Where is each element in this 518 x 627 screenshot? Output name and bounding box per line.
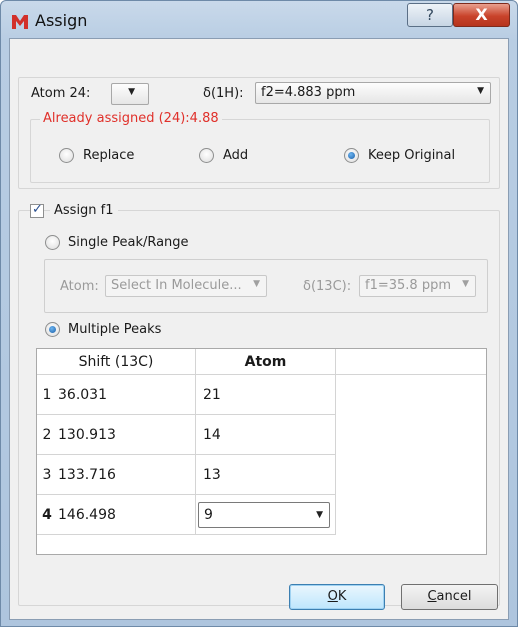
atom-select-dropdown[interactable]: Select In Molecule... ▼ xyxy=(105,275,267,297)
table-row[interactable]: 2 130.913 xyxy=(37,415,196,455)
delta-13c-dropdown[interactable]: f1=35.8 ppm ▼ xyxy=(359,275,476,297)
already-assigned-warning: Already assigned (24):4.88 xyxy=(40,111,222,126)
multiple-peaks-label[interactable]: Multiple Peaks xyxy=(68,322,161,337)
row-number: 1 xyxy=(42,387,52,403)
table-row[interactable]: 3 133.716 xyxy=(37,455,196,495)
replace-radio[interactable] xyxy=(59,148,74,163)
table-row[interactable]: 4 146.498 xyxy=(37,495,196,535)
chevron-down-icon: ▼ xyxy=(253,279,260,289)
title-bar[interactable]: Assign ? X xyxy=(1,1,517,37)
multiple-peaks-radio[interactable] xyxy=(45,322,60,337)
atom-cell-dropdown[interactable]: 9 ▼ xyxy=(198,502,330,528)
shift-cell: 130.913 xyxy=(58,427,116,443)
dialog-body: Atom 24: ▼ δ(1H): f2=4.883 ppm ▼ Already… xyxy=(9,38,509,620)
help-icon: ? xyxy=(426,6,434,24)
add-label[interactable]: Add xyxy=(223,148,248,163)
row-number: 4 xyxy=(42,507,52,523)
chevron-down-icon: ▼ xyxy=(477,86,484,96)
delta-1h-dropdown[interactable]: f2=4.883 ppm ▼ xyxy=(255,82,491,104)
row-number: 3 xyxy=(42,467,52,483)
table-row[interactable]: 1 36.031 xyxy=(37,375,196,415)
keep-original-label[interactable]: Keep Original xyxy=(368,148,455,163)
assign-f1-label[interactable]: Assign f1 xyxy=(50,203,118,218)
single-atom-label: Atom: xyxy=(60,279,99,294)
cancel-button[interactable]: Cancel xyxy=(401,584,498,610)
chevron-down-icon: ▼ xyxy=(462,279,469,289)
atom-cell[interactable]: 14 xyxy=(196,415,336,455)
ok-button[interactable]: OK xyxy=(289,584,385,610)
delta-13c-label: δ(13C): xyxy=(303,279,352,294)
keep-original-radio[interactable] xyxy=(344,148,359,163)
column-header-shift[interactable]: Shift (13C) xyxy=(37,349,196,375)
shift-cell: 146.498 xyxy=(58,507,116,523)
atom-label: Atom 24: xyxy=(31,86,91,101)
chevron-down-icon: ▼ xyxy=(128,87,135,97)
replace-label[interactable]: Replace xyxy=(83,148,134,163)
atom-cell: 9 ▼ xyxy=(196,495,336,535)
single-peak-radio[interactable] xyxy=(45,235,60,250)
delta-1h-label: δ(1H): xyxy=(203,86,244,101)
app-logo-icon xyxy=(12,15,28,29)
shift-cell: 133.716 xyxy=(58,467,116,483)
column-header-atom[interactable]: Atom xyxy=(196,349,336,375)
assign-f1-checkbox[interactable] xyxy=(30,202,44,218)
atom-cell[interactable]: 21 xyxy=(196,375,336,415)
help-button[interactable]: ? xyxy=(407,3,453,27)
atom-dropdown[interactable]: ▼ xyxy=(111,83,149,105)
column-header-empty xyxy=(336,349,486,375)
row-number: 2 xyxy=(42,427,52,443)
window-title: Assign xyxy=(35,11,88,30)
shift-cell: 36.031 xyxy=(58,387,107,403)
atom-cell[interactable]: 13 xyxy=(196,455,336,495)
single-peak-label[interactable]: Single Peak/Range xyxy=(68,235,189,250)
add-radio[interactable] xyxy=(199,148,214,163)
delta-1h-value: f2=4.883 ppm xyxy=(261,85,356,100)
peaks-table: Shift (13C) Atom 1 36.031 21 2 130.913 1… xyxy=(36,348,487,555)
atom-select-placeholder: Select In Molecule... xyxy=(111,278,242,293)
close-icon: X xyxy=(475,5,488,24)
delta-13c-value: f1=35.8 ppm xyxy=(365,278,451,293)
assign-dialog: Assign ? X Atom 24: ▼ δ(1H): f2=4.883 pp… xyxy=(0,0,518,627)
chevron-down-icon: ▼ xyxy=(316,510,323,520)
close-button[interactable]: X xyxy=(453,3,510,27)
